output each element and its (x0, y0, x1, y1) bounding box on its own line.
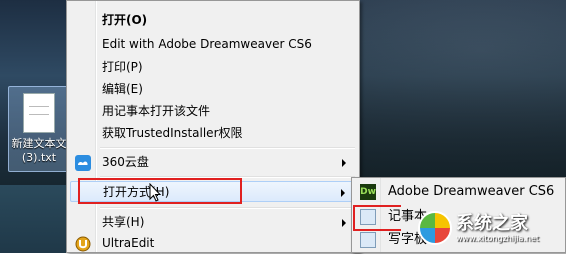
submenu-arrow-icon (342, 159, 346, 167)
text-file-icon (23, 93, 55, 133)
menu-item-print[interactable]: 打印(P) (70, 57, 356, 78)
submenu-item-label: Adobe Dreamweaver CS6 (388, 184, 555, 199)
mouse-cursor-icon (149, 183, 162, 202)
dreamweaver-icon: Dw (360, 184, 376, 200)
menu-item-open[interactable]: 打开(O) (70, 10, 356, 31)
watermark-title: 系统之家 (456, 212, 528, 234)
menu-item-label: 360云盘 (102, 155, 149, 169)
file-name-line1: 新建文本文 (11, 137, 67, 150)
menu-item-360-cloud[interactable]: 360云盘 (70, 152, 356, 173)
menu-item-label: 获取TrustedInstaller权限 (102, 126, 243, 140)
menu-separator (100, 147, 355, 149)
menu-separator (100, 207, 355, 209)
submenu-item-dreamweaver[interactable]: Dw Adobe Dreamweaver CS6 (354, 180, 564, 204)
watermark-logo-icon (418, 211, 452, 245)
menu-item-label: 打开(O) (102, 13, 148, 27)
ultraedit-icon (75, 236, 91, 252)
menu-item-label: 共享(H) (102, 215, 145, 229)
menu-item-label: 编辑(E) (102, 82, 143, 96)
menu-item-open-notepad[interactable]: 用记事本打开该文件 (70, 101, 356, 122)
wordpad-icon (360, 232, 376, 248)
cloud-icon (75, 155, 91, 171)
menu-item-label: 用记事本打开该文件 (102, 104, 211, 118)
menu-item-label: UltraEdit (102, 236, 155, 250)
submenu-arrow-icon (341, 189, 345, 197)
menu-item-trustedinstaller[interactable]: 获取TrustedInstaller权限 (70, 123, 356, 144)
submenu-arrow-icon (342, 219, 346, 227)
file-name-line2: (3).txt (21, 151, 57, 164)
menu-item-edit-dreamweaver[interactable]: Edit with Adobe Dreamweaver CS6 (70, 34, 356, 55)
menu-item-label: Edit with Adobe Dreamweaver CS6 (102, 37, 312, 51)
menu-item-label: 打印(P) (102, 60, 143, 74)
context-menu: 打开(O) Edit with Adobe Dreamweaver CS6 打印… (66, 0, 360, 253)
menu-item-share[interactable]: 共享(H) (70, 212, 356, 233)
watermark-url: www.xitongzhijia.net (456, 233, 540, 243)
highlight-box-notepad (353, 205, 401, 231)
background-trees (360, 0, 566, 190)
menu-item-edit[interactable]: 编辑(E) (70, 79, 356, 100)
menu-item-ultraedit[interactable]: UltraEdit (70, 233, 356, 254)
watermark: 系统之家 www.xitongzhijia.net (418, 203, 566, 253)
desktop-file-icon[interactable]: 新建文本文 (3).txt (8, 86, 70, 172)
